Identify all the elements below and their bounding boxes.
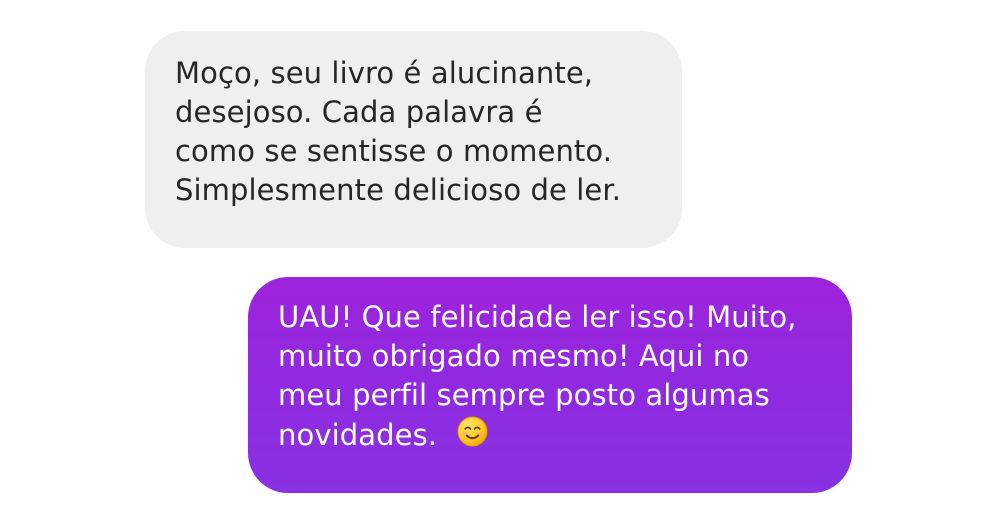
chat-thread: Moço, seu livro é alucinante, desejoso. … [0,0,1000,523]
message-bubble-outgoing[interactable]: UAU! Que felicidade ler isso! Muito, mui… [248,277,852,493]
message-line-text: novidades. [278,417,438,452]
message-bubble-incoming[interactable]: Moço, seu livro é alucinante, desejoso. … [145,31,682,248]
message-line: Simplesmente delicioso de ler. [175,172,622,207]
message-line: muito obrigado mesmo! Aqui no [278,338,750,373]
message-line: meu perfil sempre posto algumas [278,377,770,412]
message-line: desejoso. Cada palavra é [175,94,543,129]
message-line: UAU! Que felicidade ler isso! Muito, [278,300,797,334]
message-line: como se sentisse o momento. [175,133,613,168]
message-line: Moço, seu livro é alucinante, [175,56,594,90]
smile-icon [456,415,489,448]
message-last-line: novidades. [278,415,828,455]
